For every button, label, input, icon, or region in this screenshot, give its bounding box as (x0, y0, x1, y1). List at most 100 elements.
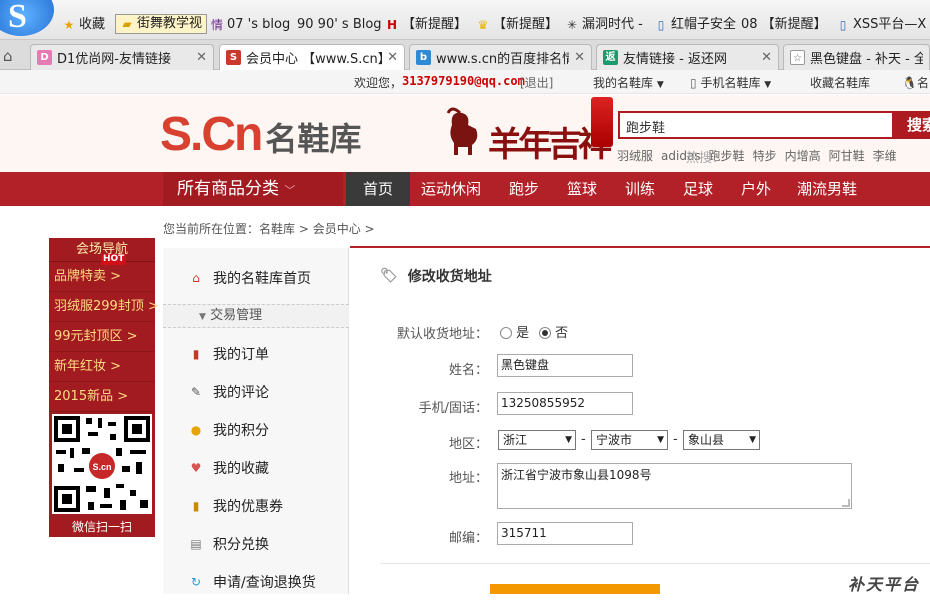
home-icon[interactable]: ⌂ (3, 47, 13, 65)
nav-football[interactable]: 足球 (676, 172, 720, 206)
chevron-down-icon: ▼ (764, 80, 772, 90)
nav-outdoor[interactable]: 户外 (734, 172, 778, 206)
tab-fanhuan[interactable]: 返友情链接 - 返还网 ✕ (596, 44, 779, 70)
butian-favicon: ☆ (790, 50, 805, 65)
d1-favicon: D (37, 50, 52, 65)
save-button[interactable] (490, 584, 660, 594)
close-icon[interactable]: ✕ (761, 50, 772, 65)
name-input[interactable]: 黑色键盘 (497, 354, 633, 377)
tab-baidu[interactable]: b www.s.cn的百度排名情 ✕ (409, 44, 592, 70)
nav-training[interactable]: 训练 (618, 172, 662, 206)
page-icon: ▯ (839, 18, 847, 32)
breadcrumb-member[interactable]: 会员中心 (313, 222, 361, 236)
bookmark-reminder-3[interactable]: 08 【新提醒】 (741, 15, 827, 35)
qr-caption: 微信扫一扫 (71, 520, 132, 534)
hot-term[interactable]: 内增高 (785, 149, 821, 163)
venue-new-year[interactable]: 新年红妆 > (49, 352, 155, 382)
zip-label: 邮编： (448, 531, 488, 546)
province-select[interactable]: 浙江 ▼ (498, 430, 576, 450)
default-yes-radio[interactable]: 是 (500, 322, 529, 341)
bookmark-reminder-2[interactable]: ♛ 【新提醒】 (476, 15, 558, 35)
resize-grip-icon[interactable] (842, 499, 850, 507)
crown-icon: ♛ (477, 18, 489, 32)
promo-banner: 羊年吉祥 (488, 127, 612, 164)
menu-favorites[interactable]: ♥ 我的收藏 (163, 449, 349, 487)
bookmark-07-blog[interactable]: 情 07 's blog (210, 15, 290, 35)
breadcrumb-home[interactable]: 名鞋库 (259, 222, 295, 236)
region-separator: - (581, 432, 586, 447)
radio-no[interactable] (539, 327, 551, 339)
zip-input[interactable]: 315711 (497, 522, 633, 545)
user-email[interactable]: 3137979190@qq.com (402, 74, 525, 88)
venue-brand-sale[interactable]: 品牌特卖 > HOT (49, 254, 155, 292)
region-separator: - (673, 432, 678, 447)
site-logo[interactable]: S.Cn 名鞋库 (160, 107, 361, 162)
chevron-down-icon: ﹀ (284, 184, 296, 197)
radio-yes[interactable] (500, 327, 512, 339)
close-icon[interactable]: ✕ (387, 50, 398, 65)
browser-logo[interactable]: S (0, 0, 54, 36)
qq-link[interactable]: 🐧名 (902, 74, 929, 91)
nav-running[interactable]: 跑步 (502, 172, 546, 206)
menu-returns[interactable]: ↻ 申请/查询退换货 (163, 563, 349, 601)
bookmark-store-link[interactable]: 收藏名鞋库 (810, 74, 870, 91)
fan-favicon: 返 (603, 50, 618, 65)
menu-member-home[interactable]: ⌂ 我的名鞋库首页 (163, 259, 349, 297)
city-select[interactable]: 宁波市 ▼ (591, 430, 668, 450)
nav-casual[interactable]: 运动休闲 (418, 172, 484, 206)
house-icon: ⌂ (192, 271, 200, 285)
content-divider (350, 246, 930, 248)
close-icon[interactable]: ✕ (574, 50, 585, 65)
bookmark-dance[interactable]: ▰ 街舞教学视 (115, 14, 208, 34)
bookmark-vuln-era[interactable]: ✳ 漏洞时代 - (565, 15, 643, 35)
breadcrumb: 您当前所在位置：名鞋库 > 会员中心 > (163, 222, 375, 236)
nav-home[interactable]: 首页 (346, 172, 410, 206)
hot-term[interactable]: 李维 (873, 149, 897, 163)
venue-99-cap[interactable]: 99元封顶区 > (49, 322, 155, 352)
exchange-icon: ▤ (190, 537, 202, 551)
tab-d1[interactable]: D D1优尚网-友情链接 ✕ (30, 44, 214, 70)
my-store-menu[interactable]: 我的名鞋库 ▼ (593, 74, 664, 91)
tab-member-center[interactable]: S 会员中心 【www.S.cn】 ✕ (219, 44, 405, 70)
close-icon[interactable]: ✕ (196, 50, 207, 65)
return-icon: ↻ (190, 575, 202, 589)
chevron-down-icon: ▼ (749, 435, 756, 445)
venue-nav: 会场导航 品牌特卖 > HOT 羽绒服299封顶 > 99元封顶区 > 新年红妆 … (49, 238, 159, 537)
bookmark-xss[interactable]: ▯ XSS平台—X (836, 15, 927, 35)
nav-mens-trend[interactable]: 潮流男鞋 (794, 172, 860, 206)
nav-basketball[interactable]: 篮球 (560, 172, 604, 206)
district-select[interactable]: 象山县 ▼ (683, 430, 760, 450)
menu-coupons[interactable]: ▮ 我的优惠券 (163, 487, 349, 525)
default-no-radio[interactable]: 否 (539, 322, 568, 341)
all-categories-menu[interactable]: 所有商品分类 ﹀ (163, 172, 343, 206)
baidu-favicon: b (416, 50, 431, 65)
menu-exchange[interactable]: ▤ 积分兑换 (163, 525, 349, 563)
watermark: 补天平台 (848, 577, 921, 594)
tab-butian[interactable]: ☆黑色键盘 - 补天 - 全球 (783, 44, 930, 70)
chevron-down-icon: ▼ (565, 435, 572, 445)
phone-input[interactable]: 13250855952 (497, 392, 633, 415)
venue-down-jacket[interactable]: 羽绒服299封顶 > (49, 292, 159, 322)
menu-points[interactable]: ● 我的积分 (163, 411, 349, 449)
menu-comments[interactable]: ✎ 我的评论 (163, 373, 349, 411)
venue-2015-new[interactable]: 2015新品 > (49, 382, 155, 412)
mobile-store-menu[interactable]: ▯ 手机名鞋库 ▼ (690, 74, 771, 91)
form-divider (380, 563, 930, 564)
bookmark-90-blog[interactable]: 90 90' s Blog (297, 15, 382, 35)
s-favicon: S (226, 50, 241, 65)
bookmark-redhat[interactable]: ▯ 红帽子安全 (654, 15, 736, 35)
menu-section-trade[interactable]: ▼ 交易管理 (163, 304, 349, 328)
bookmark-favorites[interactable]: ★ 收藏 (62, 15, 105, 35)
address-textarea[interactable]: 浙江省宁波市象山县1098号 (497, 463, 852, 509)
hot-term[interactable]: 阿甘鞋 (829, 149, 865, 163)
menu-orders[interactable]: ▮ 我的订单 (163, 335, 349, 373)
bookmarks-bar: S ★ 收藏 ▰ 街舞教学视 情 07 's blog 90 90' s Blog H… (0, 0, 930, 40)
main-nav: 所有商品分类 ﹀ 首页 运动休闲 跑步 篮球 训练 足球 户外 潮流男鞋 (0, 172, 930, 206)
region-label: 地区： (448, 437, 488, 452)
page-title: 🏷 修改收货地址 (380, 268, 492, 285)
search-input[interactable]: 跑步鞋 (618, 111, 894, 139)
hot-term[interactable]: 特步 (753, 149, 777, 163)
search-button[interactable]: 搜索 (893, 111, 930, 139)
logout-link[interactable]: [退出] (520, 74, 553, 91)
bookmark-reminder-1[interactable]: H 【新提醒】 (385, 15, 467, 35)
